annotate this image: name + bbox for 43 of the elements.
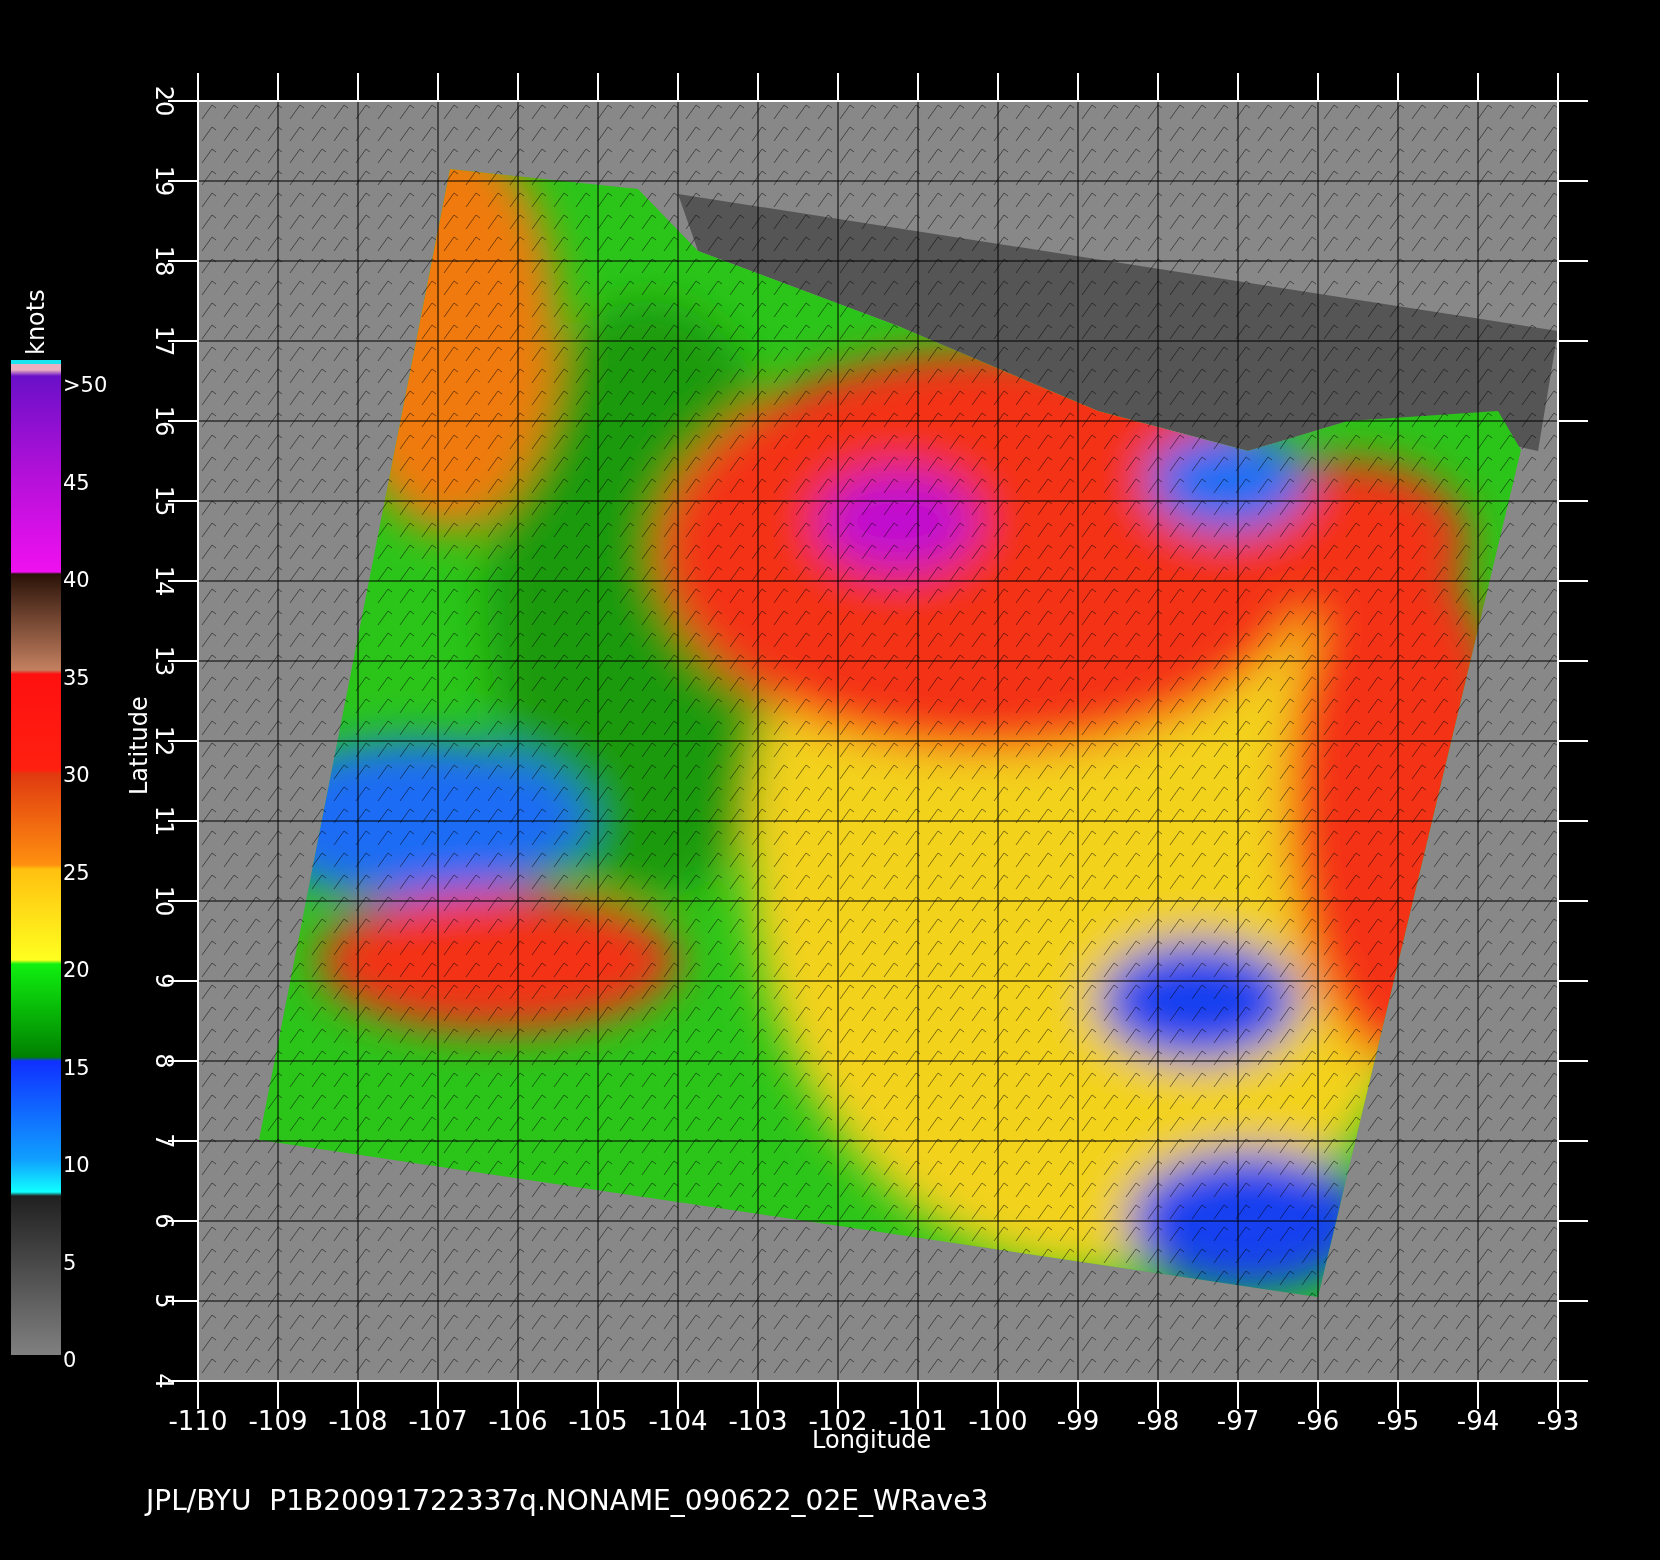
- legend-label: 5: [63, 1250, 77, 1275]
- x-tick-label: -100: [967, 1406, 1029, 1436]
- y-tick-label: 19: [149, 164, 179, 199]
- x-tick-label: -109: [247, 1406, 309, 1436]
- legend-label: 10: [63, 1153, 90, 1177]
- y-tick-label: 18: [149, 244, 179, 279]
- x-tick-label: -107: [407, 1406, 469, 1436]
- y-tick-label: 13: [149, 644, 179, 679]
- y-tick-label: 11: [149, 804, 179, 839]
- y-tick-label: 8: [149, 1052, 179, 1071]
- y-tick-label: 17: [149, 324, 179, 359]
- legend-label: 35: [63, 665, 90, 690]
- y-tick-label: 20: [149, 84, 179, 119]
- x-tick-label: -97: [1215, 1406, 1261, 1436]
- y-tick-label: 9: [149, 972, 179, 991]
- legend-label: >50: [63, 373, 108, 397]
- x-tick-label: -94: [1455, 1406, 1501, 1436]
- y-tick-label: 15: [149, 484, 179, 519]
- legend-label: 20: [63, 958, 90, 982]
- legend-label: 25: [63, 860, 90, 885]
- x-tick-label: -106: [487, 1406, 549, 1436]
- legend-label: 30: [63, 763, 90, 787]
- x-tick-label: -110: [167, 1406, 229, 1436]
- x-tick-label: -104: [647, 1406, 709, 1436]
- x-tick-label: -99: [1055, 1406, 1101, 1436]
- y-tick-label: 6: [149, 1212, 179, 1231]
- y-tick-label: 14: [149, 564, 179, 599]
- y-tick-label: 10: [149, 884, 179, 919]
- x-tick-label: -108: [327, 1406, 389, 1436]
- legend-unit: knots: [22, 289, 50, 355]
- y-tick-label: 5: [149, 1292, 179, 1311]
- legend-label: 0: [63, 1348, 77, 1372]
- x-tick-label: -93: [1535, 1406, 1581, 1436]
- x-tick-label: -105: [567, 1406, 629, 1436]
- x-tick-label: -95: [1375, 1406, 1421, 1436]
- x-tick-label: -103: [727, 1406, 789, 1436]
- x-tick-label: -98: [1135, 1406, 1181, 1436]
- legend-label: 15: [63, 1055, 90, 1080]
- legend-label: 40: [63, 568, 90, 592]
- x-tick-label: -96: [1295, 1406, 1341, 1436]
- footer-caption: JPL/BYU P1B20091722337q.NONAME_090622_02E_WRave3: [146, 1484, 989, 1517]
- y-tick-label: 16: [149, 404, 179, 439]
- legend-label: 45: [63, 470, 90, 495]
